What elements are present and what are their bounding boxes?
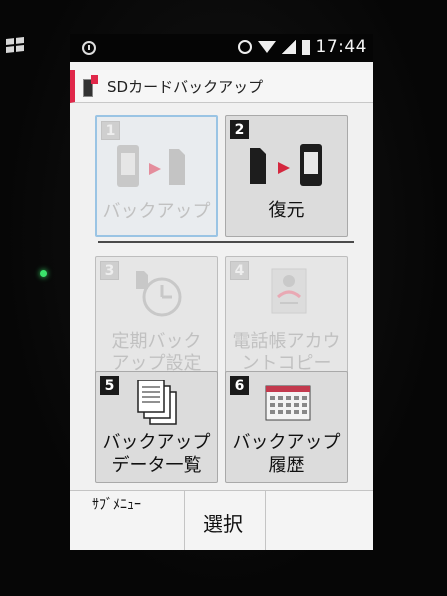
tile-backup[interactable]: 1 バックアップ [95,115,218,237]
phone-body: 17:44 SDカードバックアップ 1 バックアップ 2 復元 3 定期バック … [0,0,447,596]
tile-number: 5 [100,376,119,395]
wifi-icon [257,41,276,53]
notification-led [40,270,47,277]
tile-number: 6 [230,376,249,395]
softkey-center-label: 選択 [203,512,243,536]
tile-backup-data-list[interactable]: 5 バックアップ データ一覧 [95,371,218,483]
document-list-icon [137,380,177,425]
history-calendar-icon [265,385,311,421]
tile-number: 2 [230,120,249,139]
contacts-copy-icon [271,268,307,314]
softkey-bar: ｻﾌﾞﾒﾆｭｰ 選択 [70,490,373,550]
tile-number: 3 [100,261,119,280]
tile-label-line1: バックアップ [232,432,341,453]
title-bar: SDカードバックアップ [70,70,373,103]
phone-to-sd-icon [117,145,185,187]
tile-contacts-copy[interactable]: 4 電話帳アカウ ントコピー [225,256,348,378]
sd-backup-app-icon [83,75,99,97]
tile-scheduled-backup[interactable]: 3 定期バック アップ設定 [95,256,218,378]
tile-number: 4 [230,261,249,280]
signal-icon [281,40,296,54]
alarm-icon [237,40,252,54]
status-bar: 17:44 [70,34,373,62]
tile-label: バックアップ [102,201,211,222]
sd-to-phone-icon [250,144,322,186]
phone-screen: 17:44 SDカードバックアップ 1 バックアップ 2 復元 3 定期バック … [70,34,373,550]
tile-label-line1: 電話帳アカウ [232,331,341,352]
tile-number: 1 [101,121,120,140]
section-divider [98,241,354,243]
softkey-center[interactable]: 選択 [185,491,266,550]
tile-label-line2: データ一覧 [111,455,202,476]
softkey-left-label: ｻﾌﾞﾒﾆｭｰ [92,497,141,513]
tile-label: 復元 [268,200,305,221]
battery-icon [301,39,310,55]
scheduled-clock-icon [136,271,182,317]
tile-label-line1: 定期バック [111,331,202,352]
clock-time: 17:44 [315,37,367,57]
tile-backup-history[interactable]: 6 バックアップ 履歴 [225,371,348,483]
softkey-right[interactable] [266,491,373,550]
tile-restore[interactable]: 2 復元 [225,115,348,237]
windows-logo [6,37,24,53]
tile-label-line1: バックアップ [102,432,211,453]
page-title: SDカードバックアップ [107,77,264,96]
softkey-left[interactable]: ｻﾌﾞﾒﾆｭｰ [70,491,185,550]
info-icon [82,41,96,55]
tile-label-line2: 履歴 [268,455,305,476]
